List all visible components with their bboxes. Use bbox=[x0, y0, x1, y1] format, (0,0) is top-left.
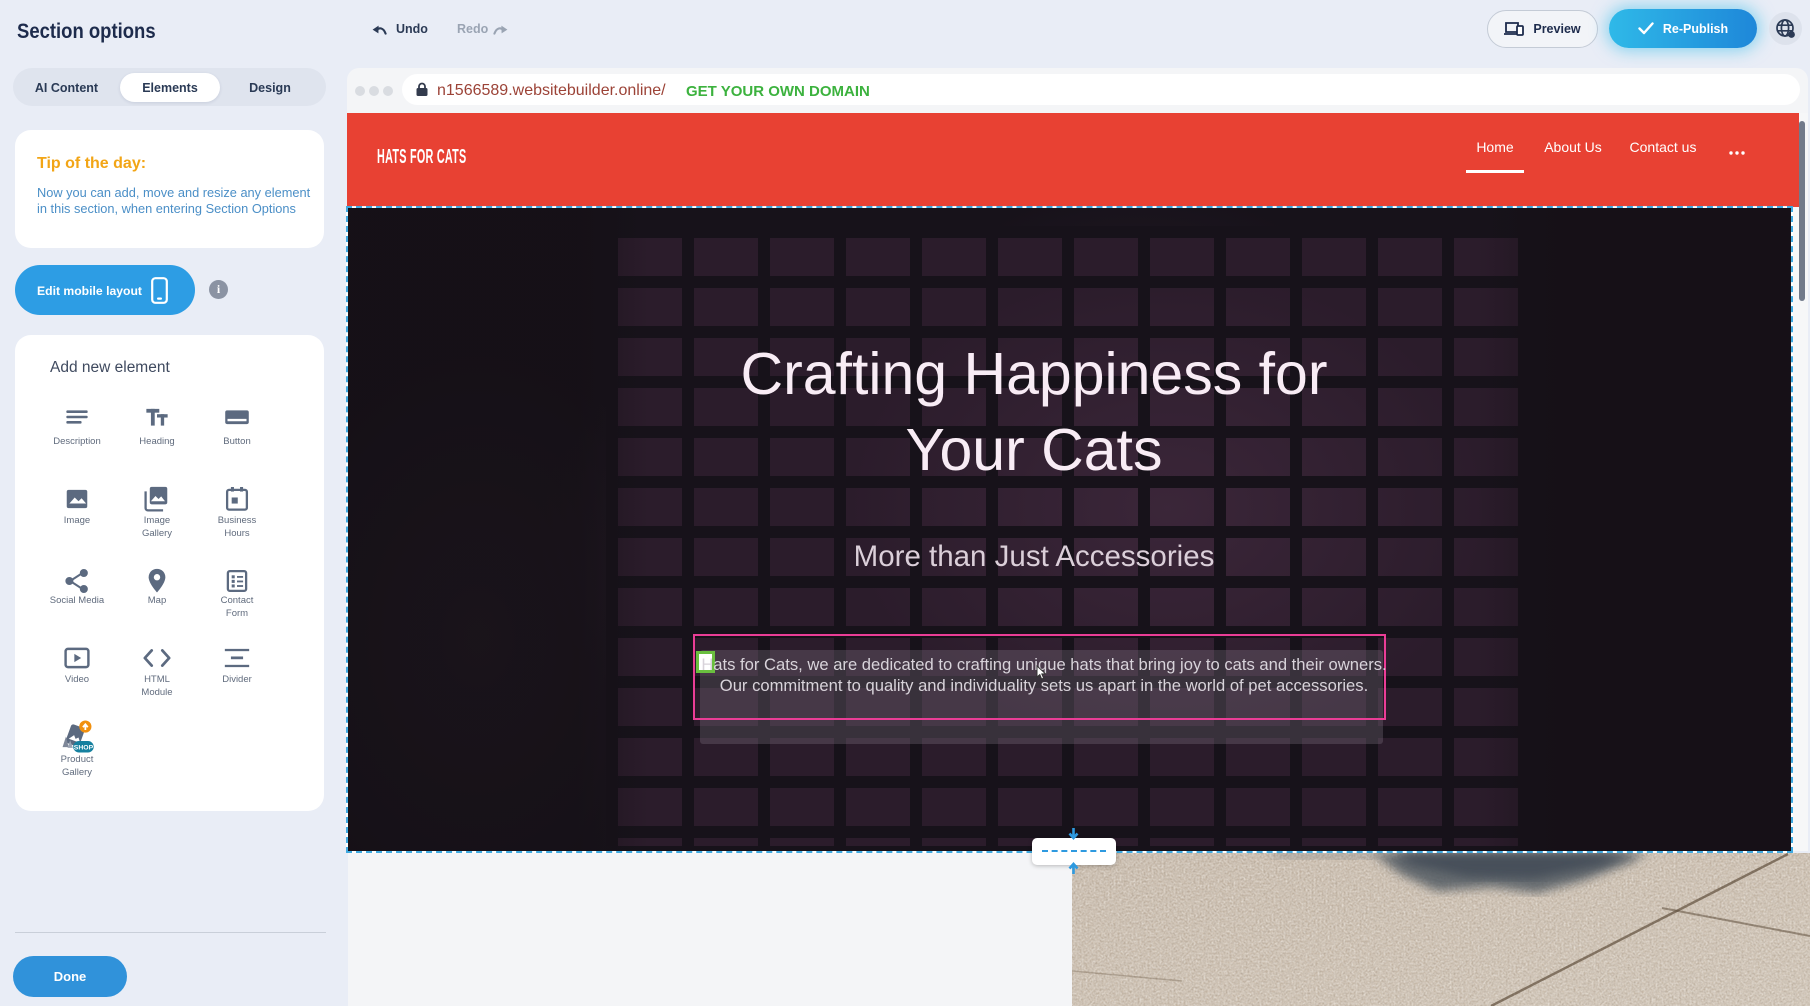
svg-text:SHOP: SHOP bbox=[74, 744, 94, 751]
